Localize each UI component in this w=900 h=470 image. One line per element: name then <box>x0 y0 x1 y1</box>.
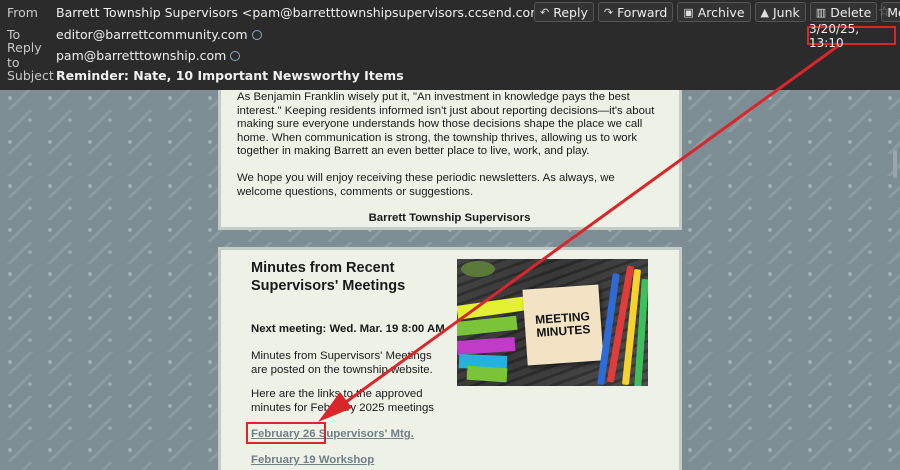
reply-icon: ↶ <box>540 5 550 19</box>
delete-button[interactable]: ▥ Delete <box>809 2 878 22</box>
next-meeting-text: Next meeting: Wed. Mar. 19 8:00 AM <box>251 323 445 335</box>
meeting-minutes-image: MEETING MINUTES <box>457 259 648 386</box>
replyto-value[interactable]: pam@barretttownship.com <box>56 48 241 63</box>
junk-icon: ▲ <box>760 5 769 19</box>
newsletter-intro-card: As Benjamin Franklin wisely put it, "An … <box>218 80 682 230</box>
annotation-highlight-box <box>246 422 326 444</box>
minutes-card: Minutes from Recent Supervisors' Meeting… <box>218 247 682 470</box>
intro-paragraph: As Benjamin Franklin wisely put it, "An … <box>237 91 655 158</box>
forward-icon: ↷ <box>603 5 614 19</box>
scrollbar-thumb[interactable] <box>893 150 897 178</box>
february-19-workshop-link[interactable]: February 19 Workshop <box>251 454 374 466</box>
archive-icon: ▣ <box>683 5 694 19</box>
forward-button[interactable]: ↷ Forward <box>597 2 674 22</box>
minutes-links-intro: Here are the links to the approved minut… <box>251 388 434 414</box>
from-label: From <box>7 4 38 20</box>
subject-value: Reminder: Nate, 10 Important Newsworthy … <box>56 67 404 83</box>
message-date: 3/20/25, 13:10 <box>807 22 896 50</box>
star-icon[interactable]: ☆ <box>878 4 891 20</box>
verified-icon <box>251 29 262 40</box>
replyto-label: Reply to <box>7 40 42 70</box>
delete-icon: ▥ <box>815 5 827 19</box>
subject-label: Subject <box>7 67 54 83</box>
reply-button[interactable]: ↶ Reply <box>534 2 594 22</box>
message-header: From Barrett Township Supervisors <pam@b… <box>0 0 900 90</box>
minutes-description: Minutes from Supervisors' Meetings are p… <box>251 350 433 376</box>
signature: Barrett Township Supervisors <box>368 212 531 225</box>
from-value[interactable]: Barrett Township Supervisors <pam@barret… <box>56 5 567 20</box>
junk-button[interactable]: ▲ Junk <box>754 2 806 22</box>
closing-paragraph: We hope you will enjoy receiving these p… <box>237 171 615 198</box>
sticky-note: MEETING MINUTES <box>522 284 604 366</box>
message-toolbar: ↶ Reply ↷ Forward ▣ Archive ▲ Junk ▥ Del… <box>534 2 900 22</box>
archive-button[interactable]: ▣ Archive <box>677 2 751 22</box>
minutes-title: Minutes from Recent Supervisors' Meeting… <box>251 260 406 294</box>
image-caption: MEETING MINUTES <box>534 309 591 340</box>
verified-icon <box>230 50 241 61</box>
to-value[interactable]: editor@barrettcommunity.com <box>56 27 262 42</box>
